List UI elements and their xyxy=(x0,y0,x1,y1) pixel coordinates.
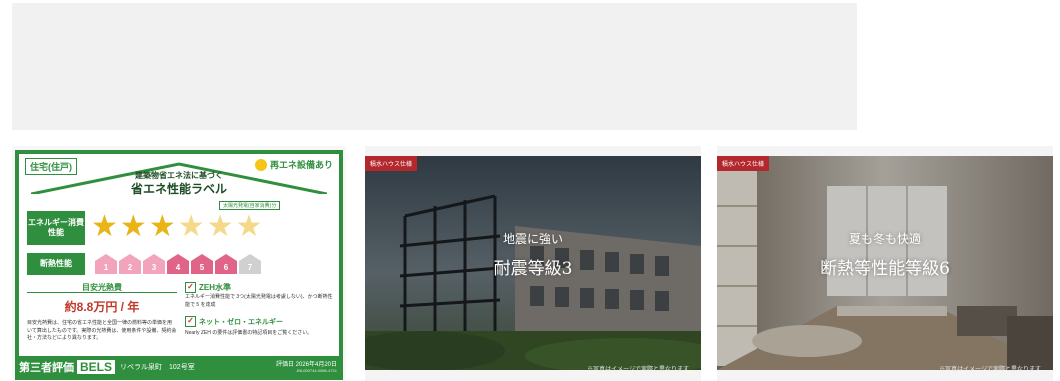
energy-stars: ★ ★ ★ ★ ★ ★ xyxy=(91,210,262,244)
checkbox-checked-icon: ✓ xyxy=(185,282,196,293)
feature-subtitle: 夏も冬も快適 xyxy=(848,232,921,246)
star-solar-icon: ★ xyxy=(177,209,205,244)
net-zero-energy: ✓ ネット・ゼロ・エネルギー xyxy=(185,316,283,327)
bels-label: 住宅(住戸) 再エネ設備あり 建築物省エネ法に基づく 省エネ性能ラベル 太陽光発… xyxy=(15,150,343,380)
insulation-performance-label: 断熱性能 xyxy=(27,253,85,275)
bels-label-card[interactable]: 住宅(住戸) 再エネ設備あり 建築物省エネ法に基づく 省エネ性能ラベル 太陽光発… xyxy=(12,146,346,381)
feature-title: 断熱等性能等級6 xyxy=(820,259,950,279)
energy-performance-label: エネルギー消費性能 xyxy=(27,211,85,245)
star-solar-icon: ★ xyxy=(235,209,263,244)
insulation-level-5: 5 xyxy=(191,254,213,274)
star-icon: ★ xyxy=(119,209,147,244)
bels-label-body: 住宅(住戸) 再エネ設備あり 建築物省エネ法に基づく 省エネ性能ラベル 太陽光発… xyxy=(19,154,339,356)
feature-card-seismic[interactable]: 積水ハウス仕様 地震に強い 耐震等級3 ※写真はイメージで実際と異なります xyxy=(365,146,701,381)
feature-title: 耐震等級3 xyxy=(493,259,573,279)
property-name: リベラル泉町 102号室 xyxy=(120,364,195,371)
insulation-level-1: 1 xyxy=(95,254,117,274)
insulation-level-2: 2 xyxy=(119,254,141,274)
feature-card-insulation[interactable]: 積水ハウス仕様 夏も冬も快適 断熱等性能等級6 ※写真はイメージで実際と異なりま… xyxy=(717,146,1053,381)
image-disclaimer: ※写真はイメージで実際と異なります xyxy=(939,367,1041,373)
insulation-level-6: 6 xyxy=(215,254,237,274)
star-solar-icon: ★ xyxy=(206,209,234,244)
insulation-level-4: 4 xyxy=(167,254,189,274)
utility-cost-note: 目安光熱費は、住宅の省エネ性能と全国一律の燃料等の単価を用いて算出したものです。… xyxy=(27,320,177,341)
insulation-level-7: 7 xyxy=(239,254,261,274)
third-party-eval: 第三者評価 xyxy=(19,362,74,374)
bels-logo: BELS xyxy=(77,360,116,374)
insulation-levels: 1 2 3 4 5 6 7 xyxy=(95,254,261,274)
image-disclaimer: ※写真はイメージで実際と異なります xyxy=(587,367,689,373)
utility-cost-value: 約8.8万円 / 年 xyxy=(64,300,140,314)
insulation-level-3: 3 xyxy=(143,254,165,274)
star-icon: ★ xyxy=(148,209,176,244)
divider xyxy=(27,292,177,293)
zeh-level: ✓ ZEH水準 xyxy=(185,282,231,293)
checkbox-checked-icon: ✓ xyxy=(185,316,196,327)
zeh-title-text: ZEH水準 xyxy=(199,283,231,292)
banner-placeholder xyxy=(12,3,857,130)
feature-subtitle: 地震に強い xyxy=(502,232,563,246)
star-icon: ★ xyxy=(91,209,118,244)
label-title: 省エネ性能ラベル xyxy=(130,182,227,196)
brand-spec-badge: 積水ハウス仕様 xyxy=(365,156,418,171)
evaluation-date: 評価日 2026年4月20日 xyxy=(275,362,337,368)
zeh-description: エネルギー消費性能で 3つ(太陽光発電は考慮しない)、かつ断熱性能で 5 を達成 xyxy=(185,294,333,308)
net-zero-text: ネット・ゼロ・エネルギー xyxy=(199,318,283,326)
bels-footer: 第三者評価 BELS リベラル泉町 102号室 評価日 2026年4月20日 J… xyxy=(19,358,339,376)
brand-spec-badge: 積水ハウス仕様 xyxy=(717,156,770,171)
evaluation-id: JBL000744-0566-4721 xyxy=(296,368,337,373)
nearly-zeh-note: Nearly ZEH の要件は評価書の特記項目をご覧ください。 xyxy=(185,330,313,336)
